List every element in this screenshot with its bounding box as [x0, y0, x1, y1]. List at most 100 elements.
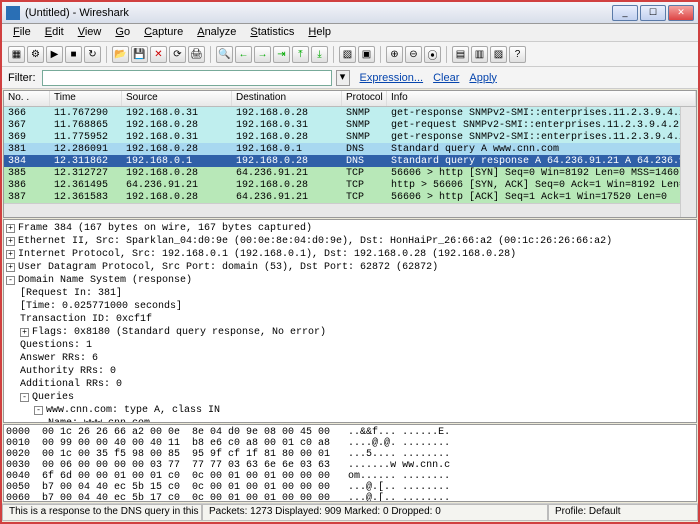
tb-save-icon[interactable]: 💾	[131, 46, 148, 63]
apply-link[interactable]: Apply	[469, 72, 497, 84]
menu-capture[interactable]: Capture	[137, 24, 190, 41]
menu-analyze[interactable]: Analyze	[190, 24, 243, 41]
tb-autoscroll-icon[interactable]: ▣	[358, 46, 375, 63]
expand-icon[interactable]: +	[6, 250, 15, 259]
filter-dropdown-icon[interactable]: ▾	[336, 70, 350, 86]
cell-proto: SNMP	[342, 119, 387, 131]
filter-input[interactable]	[42, 70, 332, 86]
expand-icon[interactable]: +	[6, 263, 15, 272]
table-row[interactable]: 38412.311862192.168.0.1192.168.0.28DNSSt…	[4, 155, 696, 167]
udp-line: User Datagram Protocol, Src Port: domain…	[18, 262, 438, 273]
status-left: This is a response to the DNS query in t…	[2, 504, 202, 521]
table-row[interactable]: 38612.36149564.236.91.21192.168.0.28TCPh…	[4, 179, 696, 191]
request-in: [Request In: 381]	[6, 287, 694, 300]
questions-line: Questions: 1	[6, 339, 694, 352]
collapse-icon[interactable]: -	[34, 406, 43, 415]
tb-reload-icon[interactable]: ⟳	[169, 46, 186, 63]
menu-help[interactable]: Help	[301, 24, 338, 41]
col-no[interactable]: No. .	[4, 91, 50, 106]
packet-list[interactable]: No. . Time Source Destination Protocol I…	[3, 90, 697, 218]
cell-no: 369	[4, 131, 50, 143]
tb-last-icon[interactable]: ⤓	[311, 46, 328, 63]
menu-go[interactable]: Go	[108, 24, 137, 41]
expand-icon[interactable]: +	[20, 328, 29, 337]
col-info[interactable]: Info	[387, 91, 696, 106]
tb-prefs-icon[interactable]: ▨	[490, 46, 507, 63]
cell-time: 12.286091	[50, 143, 122, 155]
maximize-button[interactable]: ☐	[640, 5, 666, 21]
collapse-icon[interactable]: -	[6, 276, 15, 285]
tb-zoomin-icon[interactable]: ⊕	[386, 46, 403, 63]
additional-rrs-line: Additional RRs: 0	[6, 378, 694, 391]
cell-time: 12.361583	[50, 191, 122, 203]
expand-icon[interactable]: +	[6, 224, 15, 233]
cell-info: get-response SNMPv2-SMI::enterprises.11.…	[387, 131, 696, 143]
filterbar: Filter: ▾ Expression... Clear Apply	[2, 67, 698, 89]
tb-help-icon[interactable]: ?	[509, 46, 526, 63]
table-row[interactable]: 36911.775952192.168.0.31192.168.0.28SNMP…	[4, 131, 696, 143]
minimize-button[interactable]: _	[612, 5, 638, 21]
tb-fwd-icon[interactable]: →	[254, 46, 271, 63]
menu-file[interactable]: File	[6, 24, 38, 41]
cell-no: 387	[4, 191, 50, 203]
close-button[interactable]: ✕	[668, 5, 694, 21]
titlebar: (Untitled) - Wireshark _ ☐ ✕	[2, 2, 698, 24]
tb-interfaces-icon[interactable]: ▦	[8, 46, 25, 63]
tb-goto-icon[interactable]: ⇥	[273, 46, 290, 63]
separator	[446, 46, 447, 63]
col-destination[interactable]: Destination	[232, 91, 342, 106]
answer-rrs-line: Answer RRs: 6	[6, 352, 694, 365]
ip-line: Internet Protocol, Src: 192.168.0.1 (192…	[18, 249, 516, 260]
clear-link[interactable]: Clear	[433, 72, 459, 84]
cell-no: 367	[4, 119, 50, 131]
table-row[interactable]: 38712.361583192.168.0.2864.236.91.21TCP5…	[4, 191, 696, 203]
status-mid: Packets: 1273 Displayed: 909 Marked: 0 D…	[202, 504, 548, 521]
col-source[interactable]: Source	[122, 91, 232, 106]
tb-zoomout-icon[interactable]: ⊖	[405, 46, 422, 63]
table-row[interactable]: 38112.286091192.168.0.28192.168.0.1DNSSt…	[4, 143, 696, 155]
tb-back-icon[interactable]: ←	[235, 46, 252, 63]
menu-edit[interactable]: Edit	[38, 24, 71, 41]
cell-no: 386	[4, 179, 50, 191]
tb-start-icon[interactable]: ▶	[46, 46, 63, 63]
expression-link[interactable]: Expression...	[360, 72, 424, 84]
tb-resize-icon[interactable]: ▤	[452, 46, 469, 63]
cell-proto: SNMP	[342, 131, 387, 143]
tb-options-icon[interactable]: ⚙	[27, 46, 44, 63]
collapse-icon[interactable]: -	[20, 393, 29, 402]
separator	[333, 46, 334, 63]
statusbar: This is a response to the DNS query in t…	[2, 503, 698, 521]
table-row[interactable]: 36711.768865192.168.0.28192.168.0.31SNMP…	[4, 119, 696, 131]
menu-statistics[interactable]: Statistics	[243, 24, 301, 41]
cell-src: 192.168.0.28	[122, 167, 232, 179]
expand-icon[interactable]: +	[6, 237, 15, 246]
tb-close-icon[interactable]: ✕	[150, 46, 167, 63]
eth-line: Ethernet II, Src: Sparklan_04:d0:9e (00:…	[18, 236, 612, 247]
table-row[interactable]: 38512.312727192.168.0.2864.236.91.21TCP5…	[4, 167, 696, 179]
separator	[106, 46, 107, 63]
cell-dst: 192.168.0.31	[232, 119, 342, 131]
h-scrollbar[interactable]	[4, 203, 680, 217]
tb-zoom100-icon[interactable]: ⦿	[424, 46, 441, 63]
tb-restart-icon[interactable]: ↻	[84, 46, 101, 63]
tb-stop-icon[interactable]: ■	[65, 46, 82, 63]
tb-first-icon[interactable]: ⤒	[292, 46, 309, 63]
cell-proto: SNMP	[342, 107, 387, 119]
cell-no: 381	[4, 143, 50, 155]
tb-colorize-icon[interactable]: ▧	[339, 46, 356, 63]
tb-print-icon[interactable]: 🖨	[188, 46, 205, 63]
v-scrollbar[interactable]	[680, 107, 696, 217]
col-time[interactable]: Time	[50, 91, 122, 106]
cell-src: 192.168.0.28	[122, 119, 232, 131]
cell-info: get-response SNMPv2-SMI::enterprises.11.…	[387, 107, 696, 119]
table-row[interactable]: 36611.767290192.168.0.31192.168.0.28SNMP…	[4, 107, 696, 119]
hex-pane[interactable]: 0000 00 1c 26 26 66 a2 00 0e 8e 04 d0 9e…	[3, 424, 697, 502]
tb-open-icon[interactable]: 📂	[112, 46, 129, 63]
tb-filter-icon[interactable]: ▥	[471, 46, 488, 63]
tb-find-icon[interactable]: 🔍	[216, 46, 233, 63]
packet-details[interactable]: +Frame 384 (167 bytes on wire, 167 bytes…	[3, 219, 697, 423]
separator	[210, 46, 211, 63]
cell-proto: TCP	[342, 179, 387, 191]
col-protocol[interactable]: Protocol	[342, 91, 387, 106]
menu-view[interactable]: View	[71, 24, 109, 41]
